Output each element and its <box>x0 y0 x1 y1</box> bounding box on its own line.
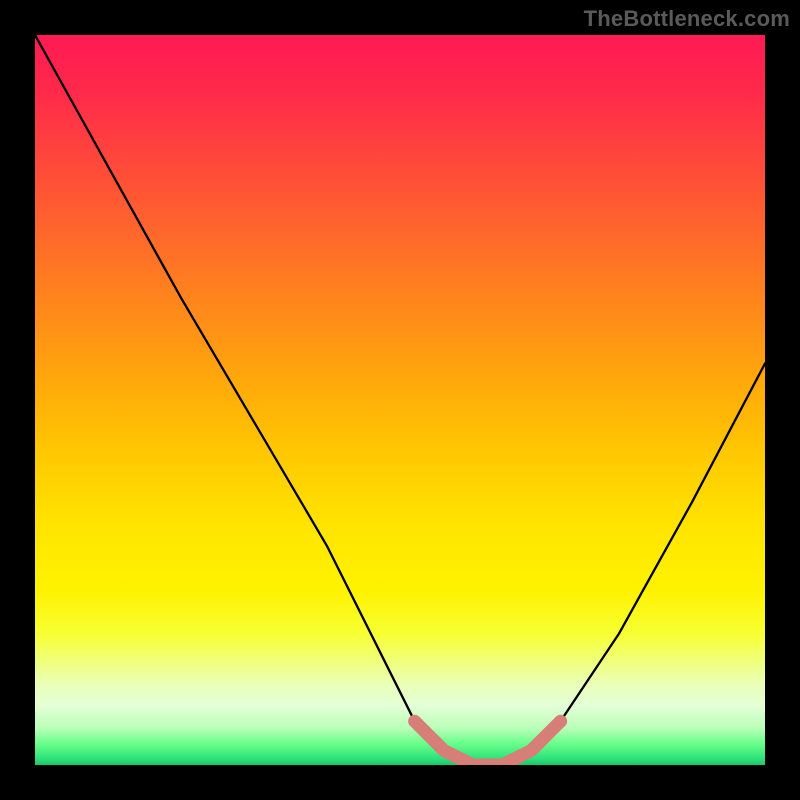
watermark-text: TheBottleneck.com <box>584 6 790 32</box>
chart-plot-area <box>35 35 765 765</box>
optimal-zone-highlight <box>415 721 561 765</box>
chart-svg <box>35 35 765 765</box>
bottleneck-curve <box>35 35 765 765</box>
